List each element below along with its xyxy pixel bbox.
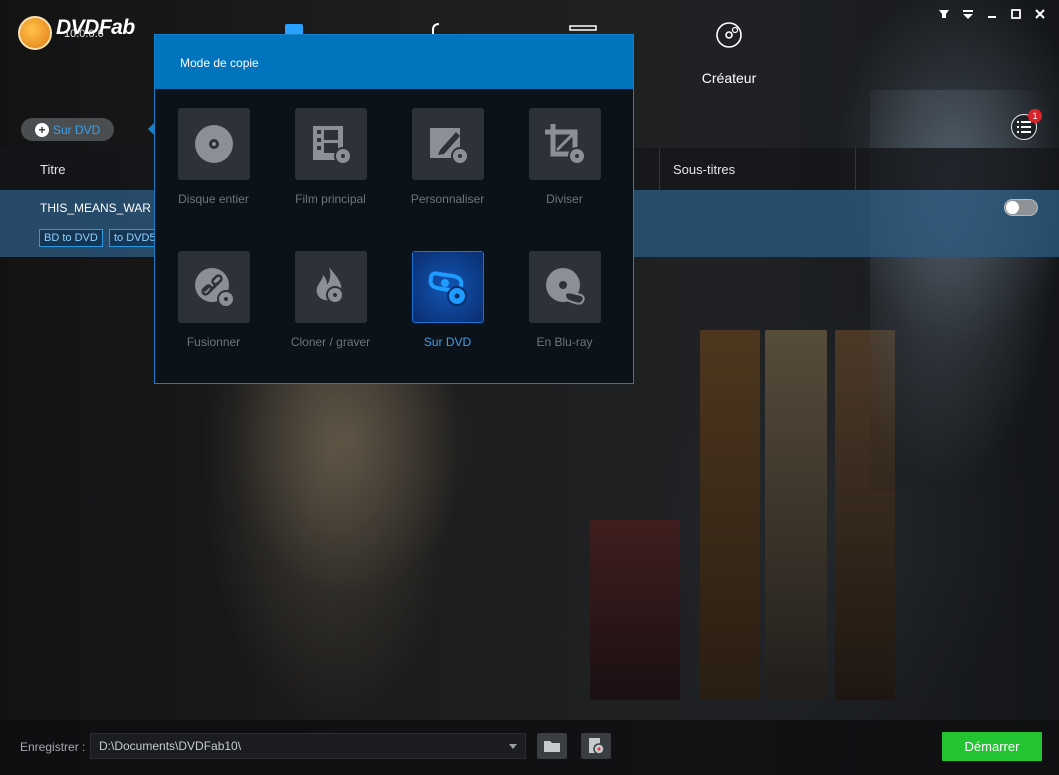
- mode-label: Film principal: [295, 192, 366, 206]
- bluray-to-dvd-icon: [411, 251, 484, 323]
- crop-icon: [528, 108, 601, 180]
- row-title: THIS_MEANS_WAR: [40, 201, 151, 215]
- output-path-value: D:\Documents\DVDFab10\: [99, 739, 242, 753]
- tab-creator[interactable]: Créateur: [684, 20, 774, 86]
- pin-icon[interactable]: [937, 8, 951, 20]
- mode-to-dvd[interactable]: Sur DVD: [389, 251, 506, 349]
- add-icon: +: [35, 122, 49, 137]
- disc-icon: [177, 108, 250, 180]
- bottom-bar: Enregistrer : D:\Documents\DVDFab10\ Dém…: [0, 720, 1059, 775]
- disc-creator-icon: [716, 22, 742, 48]
- window-controls: [937, 8, 1047, 20]
- browse-folder-button[interactable]: [537, 733, 567, 759]
- column-divider: [659, 148, 660, 190]
- mode-label: Diviser: [546, 192, 583, 206]
- link-icon: [177, 251, 250, 323]
- profile-tag[interactable]: to DVD5: [109, 229, 161, 247]
- column-header-title: Titre: [40, 162, 66, 177]
- mode-main-movie[interactable]: Film principal: [272, 108, 389, 206]
- popup-title: Mode de copie: [180, 56, 259, 70]
- dvd-to-bluray-icon: [528, 251, 601, 323]
- iso-icon: [589, 738, 605, 755]
- maximize-icon[interactable]: [1009, 8, 1023, 20]
- copy-mode-popup: Mode de copie Disque entier Film princip…: [154, 34, 634, 384]
- close-icon[interactable]: [1033, 8, 1047, 20]
- mode-merge[interactable]: Fusionner: [155, 251, 272, 349]
- film-icon: [294, 108, 367, 180]
- edit-icon: [411, 108, 484, 180]
- column-divider: [855, 148, 856, 190]
- output-path-dropdown[interactable]: D:\Documents\DVDFab10\: [90, 733, 526, 759]
- save-to-label: Enregistrer :: [20, 740, 86, 754]
- mode-label: En Blu-ray: [536, 335, 593, 349]
- mode-clone-burn[interactable]: Cloner / graver: [272, 251, 389, 349]
- mode-full-disc[interactable]: Disque entier: [155, 108, 272, 206]
- row-toggle[interactable]: [1004, 199, 1038, 216]
- logo-badge-icon: [18, 16, 52, 50]
- copy-mode-selector[interactable]: + Sur DVD: [21, 118, 114, 141]
- profile-tag[interactable]: BD to DVD: [39, 229, 103, 247]
- mode-customize[interactable]: Personnaliser: [389, 108, 506, 206]
- app-version: 10.0.0.6: [64, 28, 104, 40]
- tab-label: Créateur: [701, 70, 757, 86]
- dropdown-arrow-icon: [509, 744, 517, 749]
- column-header-subtitles: Sous-titres: [673, 162, 736, 177]
- mode-label: Disque entier: [178, 192, 249, 206]
- toggle-knob: [1006, 201, 1019, 214]
- folder-icon: [544, 741, 560, 752]
- mode-to-bluray[interactable]: En Blu-ray: [506, 251, 623, 349]
- queue-count-badge: 1: [1028, 109, 1042, 123]
- minimize-icon[interactable]: [985, 8, 999, 20]
- list-icon: [1017, 121, 1031, 133]
- mode-label: Personnaliser: [410, 192, 485, 206]
- copy-mode-label: Sur DVD: [53, 122, 101, 137]
- iso-output-button[interactable]: [581, 733, 611, 759]
- mode-label: Sur DVD: [423, 335, 472, 349]
- menu-icon[interactable]: [961, 8, 975, 20]
- mode-label: Fusionner: [186, 335, 241, 349]
- mode-label: Cloner / graver: [290, 335, 371, 349]
- flame-icon: [294, 251, 367, 323]
- start-button[interactable]: Démarrer: [942, 732, 1042, 761]
- mode-split[interactable]: Diviser: [506, 108, 623, 206]
- popup-header: Mode de copie: [155, 35, 633, 89]
